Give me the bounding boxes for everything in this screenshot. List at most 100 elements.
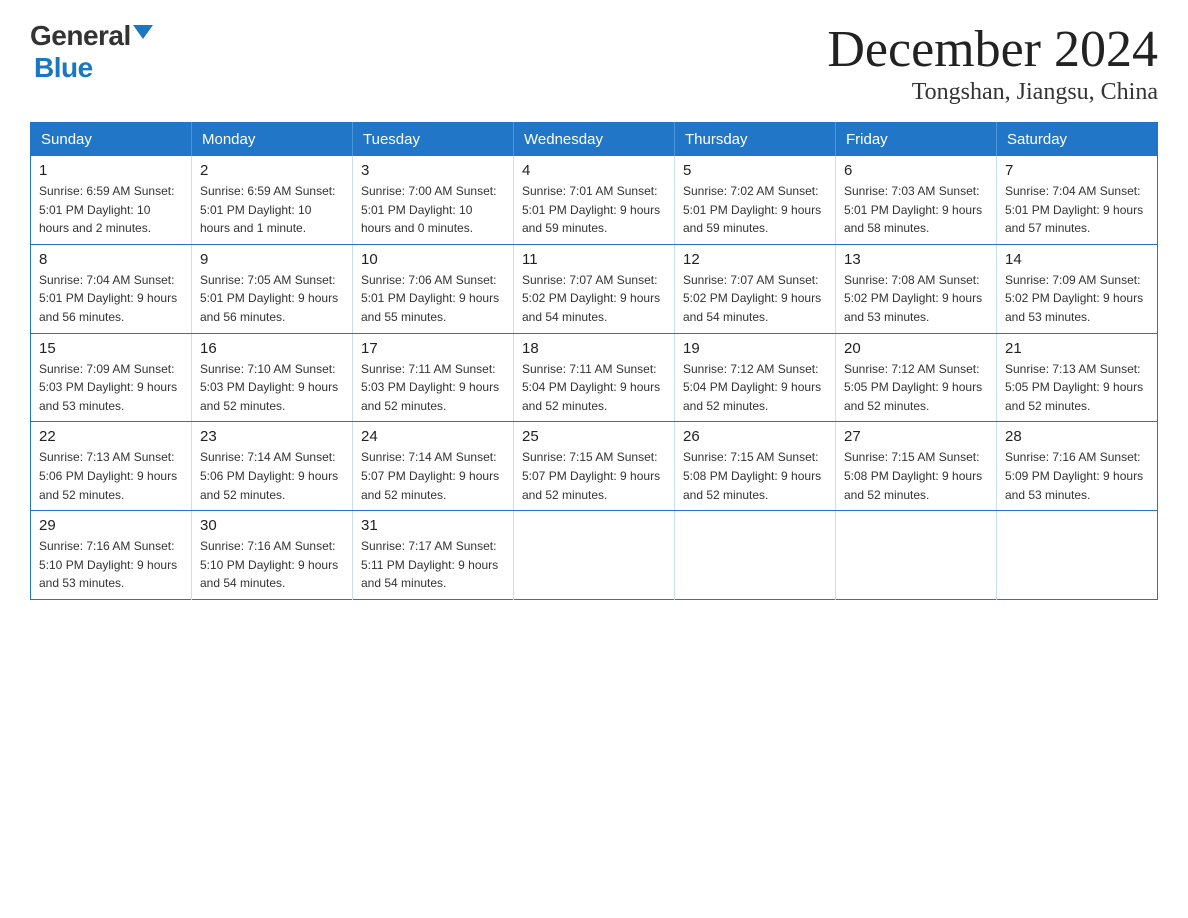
page: General Blue December 2024 Tongshan, Jia… (0, 0, 1188, 918)
day-number: 7 (1005, 162, 1149, 179)
day-info: Sunrise: 7:07 AM Sunset: 5:02 PM Dayligh… (522, 271, 666, 327)
day-number: 27 (844, 428, 988, 445)
calendar-header-row: Sunday Monday Tuesday Wednesday Thursday… (31, 123, 1158, 157)
col-tuesday: Tuesday (353, 123, 514, 157)
col-sunday: Sunday (31, 123, 192, 157)
col-friday: Friday (836, 123, 997, 157)
calendar-day-2-0: 15 Sunrise: 7:09 AM Sunset: 5:03 PM Dayli… (31, 333, 192, 422)
header-right: December 2024 Tongshan, Jiangsu, China (827, 20, 1158, 106)
calendar-day-2-3: 18 Sunrise: 7:11 AM Sunset: 5:04 PM Dayli… (514, 333, 675, 422)
day-info: Sunrise: 7:11 AM Sunset: 5:03 PM Dayligh… (361, 360, 505, 416)
logo-blue-text: Blue (34, 52, 93, 84)
day-info: Sunrise: 7:10 AM Sunset: 5:03 PM Dayligh… (200, 360, 344, 416)
day-number: 2 (200, 162, 344, 179)
calendar-day-3-3: 25 Sunrise: 7:15 AM Sunset: 5:07 PM Dayli… (514, 422, 675, 511)
header: General Blue December 2024 Tongshan, Jia… (30, 20, 1158, 106)
day-number: 6 (844, 162, 988, 179)
calendar-day-1-4: 12 Sunrise: 7:07 AM Sunset: 5:02 PM Dayli… (675, 244, 836, 333)
day-info: Sunrise: 7:05 AM Sunset: 5:01 PM Dayligh… (200, 271, 344, 327)
location: Tongshan, Jiangsu, China (827, 79, 1158, 106)
day-info: Sunrise: 7:06 AM Sunset: 5:01 PM Dayligh… (361, 271, 505, 327)
calendar-table: Sunday Monday Tuesday Wednesday Thursday… (30, 122, 1158, 600)
day-number: 11 (522, 251, 666, 268)
month-title: December 2024 (827, 20, 1158, 79)
calendar-day-4-0: 29 Sunrise: 7:16 AM Sunset: 5:10 PM Dayli… (31, 511, 192, 600)
calendar-day-4-1: 30 Sunrise: 7:16 AM Sunset: 5:10 PM Dayli… (192, 511, 353, 600)
calendar-day-2-5: 20Sunrise: 7:12 AM Sunset: 5:05 PM Dayli… (836, 333, 997, 422)
calendar-day-3-6: 28 Sunrise: 7:16 AM Sunset: 5:09 PM Dayli… (997, 422, 1158, 511)
calendar-day-0-6: 7 Sunrise: 7:04 AM Sunset: 5:01 PM Daylig… (997, 156, 1158, 244)
day-info: Sunrise: 7:15 AM Sunset: 5:07 PM Dayligh… (522, 448, 666, 504)
calendar-day-4-6 (997, 511, 1158, 600)
day-info: Sunrise: 7:07 AM Sunset: 5:02 PM Dayligh… (683, 271, 827, 327)
day-info: Sunrise: 7:17 AM Sunset: 5:11 PM Dayligh… (361, 537, 505, 593)
day-number: 28 (1005, 428, 1149, 445)
day-number: 20 (844, 340, 988, 357)
day-info: Sunrise: 7:11 AM Sunset: 5:04 PM Dayligh… (522, 360, 666, 416)
day-info: Sunrise: 7:13 AM Sunset: 5:06 PM Dayligh… (39, 448, 183, 504)
day-info: Sunrise: 7:02 AM Sunset: 5:01 PM Dayligh… (683, 182, 827, 238)
calendar-day-1-6: 14 Sunrise: 7:09 AM Sunset: 5:02 PM Dayli… (997, 244, 1158, 333)
day-number: 17 (361, 340, 505, 357)
day-number: 30 (200, 517, 344, 534)
day-number: 25 (522, 428, 666, 445)
calendar-day-0-3: 4 Sunrise: 7:01 AM Sunset: 5:01 PM Daylig… (514, 156, 675, 244)
calendar-day-3-1: 23Sunrise: 7:14 AM Sunset: 5:06 PM Dayli… (192, 422, 353, 511)
calendar-day-1-2: 10Sunrise: 7:06 AM Sunset: 5:01 PM Dayli… (353, 244, 514, 333)
day-number: 21 (1005, 340, 1149, 357)
calendar-day-1-5: 13 Sunrise: 7:08 AM Sunset: 5:02 PM Dayli… (836, 244, 997, 333)
day-info: Sunrise: 7:04 AM Sunset: 5:01 PM Dayligh… (39, 271, 183, 327)
day-number: 24 (361, 428, 505, 445)
day-info: Sunrise: 7:01 AM Sunset: 5:01 PM Dayligh… (522, 182, 666, 238)
calendar-day-2-1: 16Sunrise: 7:10 AM Sunset: 5:03 PM Dayli… (192, 333, 353, 422)
day-number: 4 (522, 162, 666, 179)
day-info: Sunrise: 7:09 AM Sunset: 5:03 PM Dayligh… (39, 360, 183, 416)
calendar-day-1-0: 8 Sunrise: 7:04 AM Sunset: 5:01 PM Daylig… (31, 244, 192, 333)
day-number: 14 (1005, 251, 1149, 268)
day-info: Sunrise: 7:16 AM Sunset: 5:10 PM Dayligh… (39, 537, 183, 593)
calendar-day-3-0: 22 Sunrise: 7:13 AM Sunset: 5:06 PM Dayli… (31, 422, 192, 511)
day-info: Sunrise: 7:15 AM Sunset: 5:08 PM Dayligh… (844, 448, 988, 504)
calendar-day-0-1: 2 Sunrise: 6:59 AM Sunset: 5:01 PM Daylig… (192, 156, 353, 244)
day-info: Sunrise: 6:59 AM Sunset: 5:01 PM Dayligh… (200, 182, 344, 238)
day-info: Sunrise: 7:08 AM Sunset: 5:02 PM Dayligh… (844, 271, 988, 327)
calendar-day-2-2: 17 Sunrise: 7:11 AM Sunset: 5:03 PM Dayli… (353, 333, 514, 422)
day-number: 23 (200, 428, 344, 445)
col-thursday: Thursday (675, 123, 836, 157)
logo: General Blue (30, 20, 153, 84)
calendar-week-1: 1 Sunrise: 6:59 AM Sunset: 5:01 PM Daylig… (31, 156, 1158, 244)
calendar-day-4-3 (514, 511, 675, 600)
calendar-week-2: 8 Sunrise: 7:04 AM Sunset: 5:01 PM Daylig… (31, 244, 1158, 333)
day-number: 22 (39, 428, 183, 445)
day-info: Sunrise: 7:04 AM Sunset: 5:01 PM Dayligh… (1005, 182, 1149, 238)
day-info: Sunrise: 7:09 AM Sunset: 5:02 PM Dayligh… (1005, 271, 1149, 327)
calendar-day-4-4 (675, 511, 836, 600)
logo-triangle-icon (133, 25, 153, 39)
day-info: Sunrise: 7:16 AM Sunset: 5:10 PM Dayligh… (200, 537, 344, 593)
day-number: 31 (361, 517, 505, 534)
day-info: Sunrise: 7:14 AM Sunset: 5:07 PM Dayligh… (361, 448, 505, 504)
day-number: 13 (844, 251, 988, 268)
calendar-week-3: 15 Sunrise: 7:09 AM Sunset: 5:03 PM Dayli… (31, 333, 1158, 422)
calendar-day-0-0: 1Sunrise: 6:59 AM Sunset: 5:01 PM Daylig… (31, 156, 192, 244)
day-number: 12 (683, 251, 827, 268)
day-number: 15 (39, 340, 183, 357)
day-info: Sunrise: 7:16 AM Sunset: 5:09 PM Dayligh… (1005, 448, 1149, 504)
day-number: 8 (39, 251, 183, 268)
day-number: 1 (39, 162, 183, 179)
calendar-day-1-3: 11 Sunrise: 7:07 AM Sunset: 5:02 PM Dayli… (514, 244, 675, 333)
calendar-week-5: 29 Sunrise: 7:16 AM Sunset: 5:10 PM Dayli… (31, 511, 1158, 600)
day-number: 18 (522, 340, 666, 357)
calendar-day-4-2: 31 Sunrise: 7:17 AM Sunset: 5:11 PM Dayli… (353, 511, 514, 600)
calendar-day-3-2: 24 Sunrise: 7:14 AM Sunset: 5:07 PM Dayli… (353, 422, 514, 511)
day-info: Sunrise: 7:00 AM Sunset: 5:01 PM Dayligh… (361, 182, 505, 238)
calendar-day-0-2: 3 Sunrise: 7:00 AM Sunset: 5:01 PM Daylig… (353, 156, 514, 244)
day-number: 29 (39, 517, 183, 534)
calendar-day-1-1: 9 Sunrise: 7:05 AM Sunset: 5:01 PM Daylig… (192, 244, 353, 333)
calendar-day-0-4: 5Sunrise: 7:02 AM Sunset: 5:01 PM Daylig… (675, 156, 836, 244)
day-number: 3 (361, 162, 505, 179)
calendar-week-4: 22 Sunrise: 7:13 AM Sunset: 5:06 PM Dayli… (31, 422, 1158, 511)
day-number: 9 (200, 251, 344, 268)
day-info: Sunrise: 7:15 AM Sunset: 5:08 PM Dayligh… (683, 448, 827, 504)
logo-general-text: General (30, 20, 131, 52)
